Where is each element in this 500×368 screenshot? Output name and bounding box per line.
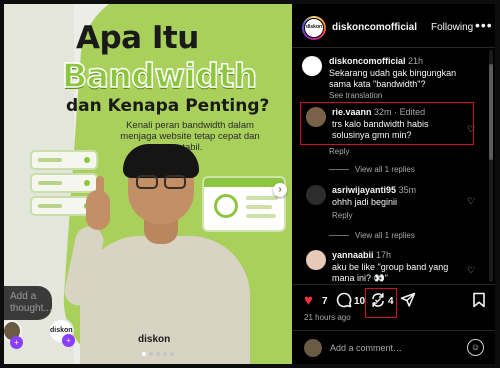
comment-username[interactable]: asriwijayanti95 bbox=[332, 185, 396, 195]
scrollbar-thumb[interactable] bbox=[489, 64, 493, 160]
server-unit bbox=[30, 150, 98, 170]
view-replies-label: View all 1 replies bbox=[355, 165, 415, 174]
profile-avatar-text: diskon bbox=[304, 18, 324, 38]
comment-header: yannaabii 17h bbox=[332, 250, 391, 260]
comment-list: diskoncomofficial 21h Sekarang udah gak … bbox=[292, 48, 495, 284]
comment-like-icon[interactable]: ♡ bbox=[467, 124, 475, 135]
comment-time: 32m bbox=[374, 107, 392, 117]
comment-username[interactable]: yannaabii bbox=[332, 250, 374, 260]
add-comment-input[interactable] bbox=[330, 340, 450, 356]
post-image[interactable]: Apa Itu Bandwidth dan Kenapa Penting? Ke… bbox=[4, 4, 292, 364]
post-time-ago: 21 hours ago bbox=[304, 313, 351, 322]
comment-header: diskoncomofficial 21h bbox=[329, 56, 423, 66]
browser-line bbox=[246, 196, 278, 200]
view-replies-link[interactable]: View all 1 replies bbox=[329, 231, 415, 240]
post-viewer-window: Apa Itu Bandwidth dan Kenapa Penting? Ke… bbox=[4, 4, 495, 364]
server-unit bbox=[30, 173, 98, 193]
comment-text: aku be like "group band yang mana ini? 👀… bbox=[332, 262, 449, 283]
comment-username[interactable]: diskoncomofficial bbox=[329, 56, 406, 66]
carousel-dot-active bbox=[142, 352, 146, 356]
following-button[interactable]: Following bbox=[431, 22, 473, 33]
reply-button[interactable]: Reply bbox=[332, 211, 352, 220]
carousel-dot bbox=[149, 352, 153, 356]
brand-logo: diskon bbox=[138, 334, 171, 345]
post-header: diskon diskoncomofficial Following ••• bbox=[292, 4, 495, 48]
comment-time: 17h bbox=[376, 250, 392, 260]
comment-avatar[interactable] bbox=[306, 107, 326, 127]
comment-time: 35m bbox=[398, 185, 417, 195]
heart-filled-icon[interactable]: ♥ bbox=[304, 293, 313, 309]
globe-icon bbox=[214, 194, 238, 218]
browser-line bbox=[246, 205, 272, 209]
more-options-icon[interactable]: ••• bbox=[475, 17, 493, 33]
comment-avatar[interactable] bbox=[306, 185, 326, 205]
person-hair bbox=[123, 144, 199, 178]
send-icon[interactable] bbox=[400, 292, 416, 312]
comments-panel: diskon diskoncomofficial Following ••• d… bbox=[292, 4, 495, 364]
story-add-icon: + bbox=[62, 334, 75, 347]
person-hand bbox=[86, 190, 110, 230]
comment-bubble-icon[interactable] bbox=[336, 292, 352, 312]
header-username[interactable]: diskoncomofficial bbox=[332, 22, 417, 33]
repost-count[interactable]: 4 bbox=[388, 296, 394, 307]
browser-illustration bbox=[202, 176, 286, 232]
profile-avatar[interactable]: diskon bbox=[302, 16, 326, 40]
comment-count[interactable]: 10 bbox=[354, 296, 365, 307]
view-replies-label: View all 1 replies bbox=[355, 231, 415, 240]
repost-icon[interactable] bbox=[370, 292, 386, 312]
comment-text: Sekarang udah gak bingungkan sama kata "… bbox=[329, 68, 457, 89]
person-glasses bbox=[134, 175, 190, 191]
comment-text: ohhh jadi beginii bbox=[332, 197, 398, 207]
emoji-icon[interactable]: ☺ bbox=[467, 339, 484, 356]
current-user-avatar bbox=[304, 339, 322, 357]
person-pointing-finger bbox=[96, 176, 104, 196]
carousel-dot bbox=[156, 352, 160, 356]
comment-like-icon[interactable]: ♡ bbox=[467, 196, 475, 207]
browser-line bbox=[246, 214, 276, 218]
story-add-icon: + bbox=[10, 336, 23, 349]
image-headline-line2: Bandwidth bbox=[61, 55, 258, 96]
image-headline-line1: Apa Itu bbox=[76, 20, 199, 56]
like-count[interactable]: 7 bbox=[322, 296, 328, 307]
add-comment-bar: ☺ bbox=[292, 330, 495, 364]
comment-text: trs kalo bandwidth habis solusinya gmn m… bbox=[332, 119, 429, 140]
comment-like-icon[interactable]: ♡ bbox=[467, 265, 475, 276]
view-replies-link[interactable]: View all 1 replies bbox=[329, 165, 415, 174]
carousel-dot bbox=[163, 352, 167, 356]
comment-header: rie.vaann 32m · Edited bbox=[332, 107, 426, 117]
screenshot-frame: Apa Itu Bandwidth dan Kenapa Penting? Ke… bbox=[0, 0, 500, 368]
see-translation-link[interactable]: See translation bbox=[329, 91, 382, 100]
browser-bar bbox=[204, 178, 284, 187]
carousel-dot bbox=[170, 352, 174, 356]
comment-header: asriwijayanti95 35m bbox=[332, 185, 416, 195]
reply-button[interactable]: Reply bbox=[329, 147, 349, 156]
carousel-dots bbox=[142, 352, 174, 356]
bookmark-icon[interactable] bbox=[472, 292, 486, 312]
comment-time: 21h bbox=[408, 56, 424, 66]
comment-avatar[interactable] bbox=[306, 250, 326, 270]
image-headline-line3: dan Kenapa Penting? bbox=[66, 96, 270, 116]
comment-avatar[interactable] bbox=[302, 56, 322, 76]
comment-username[interactable]: rie.vaann bbox=[332, 107, 372, 117]
add-thought-bubble[interactable]: Add a thought... bbox=[4, 286, 52, 320]
carousel-next-icon[interactable]: › bbox=[273, 183, 287, 197]
comment-edited-label: Edited bbox=[399, 107, 426, 117]
